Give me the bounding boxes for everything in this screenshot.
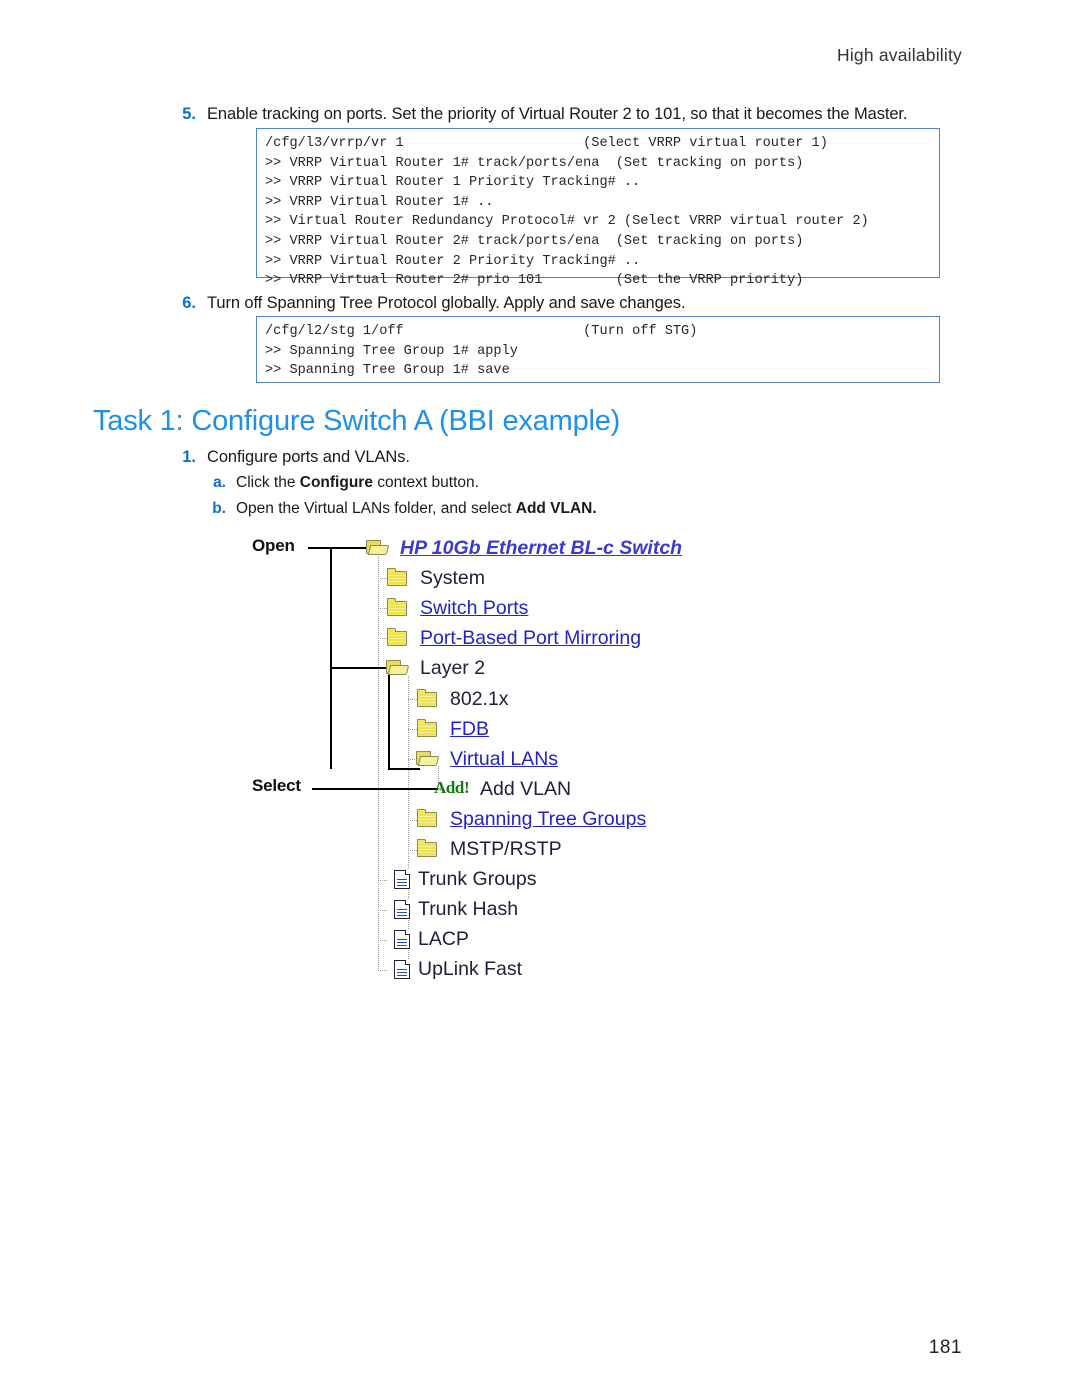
substep-a-post: context button. <box>372 474 479 491</box>
tree-item-label: System <box>420 567 486 589</box>
task-substep-b-letter: b. <box>212 500 226 517</box>
annotation-line-open-layer2 <box>330 667 390 669</box>
tree-tick <box>378 970 387 971</box>
task-substep-b-text: Open the Virtual LANs folder, and select… <box>236 498 597 519</box>
code-line: >> VRRP Virtual Router 1# .. <box>265 194 494 210</box>
folder-open-icon <box>365 537 391 559</box>
tree-item-label: LACP <box>418 928 469 950</box>
tree-item-label: FDB <box>450 718 489 740</box>
step-5-text: Enable tracking on ports. Set the priori… <box>207 105 908 123</box>
folder-closed-icon <box>415 688 441 710</box>
code-line: >> Spanning Tree Group 1# apply <box>265 343 518 359</box>
substep-b-pre: Open the Virtual LANs folder, and select <box>236 500 516 517</box>
task-step-1-text: Configure ports and VLANs. <box>207 448 410 466</box>
substep-a-bold: Configure <box>299 474 373 491</box>
code-line: >> Spanning Tree Group 1# save <box>265 363 510 379</box>
page-title: Task 1: Configure Switch A (BBI example) <box>93 405 621 437</box>
task-substep-a: a. Click the Configure context button. <box>204 472 904 493</box>
tree-item-switch-ports[interactable]: Switch Ports <box>385 593 528 623</box>
substep-a-pre: Click the <box>236 474 300 491</box>
page-icon <box>391 868 417 890</box>
folder-closed-icon <box>385 597 411 619</box>
stg-off-code-block: /cfg/l2/stg 1/off (Turn off STG) >> Span… <box>256 316 940 383</box>
task-step-1: 1. Configure ports and VLANs. <box>170 446 870 468</box>
tree-item-label: MSTP/RSTP <box>450 838 562 860</box>
tree-item-label: 802.1x <box>450 688 509 710</box>
tree-item-fdb[interactable]: FDB <box>415 714 489 744</box>
annotation-line-open-top <box>308 547 370 549</box>
vrrp-tracking-code-block: /cfg/l3/vrrp/vr 1 (Select VRRP virtual r… <box>256 128 940 288</box>
tree-item-label: UpLink Fast <box>418 958 523 980</box>
annotation-line-open-spine <box>330 547 332 769</box>
tree-rail-level1 <box>378 556 379 971</box>
folder-open-icon <box>415 748 441 770</box>
tree-item-label: Virtual LANs <box>450 748 559 770</box>
page-icon <box>391 958 417 980</box>
folder-open-icon <box>385 657 411 679</box>
tree-item-802-1x[interactable]: 802.1x <box>415 684 509 714</box>
code-line: /cfg/l3/vrrp/vr 1 (Select VRRP virtual r… <box>265 136 828 151</box>
add-bang-text: Add! <box>434 778 470 797</box>
tree-item-label: Port-Based Port Mirroring <box>420 627 642 649</box>
code-line: >> VRRP Virtual Router 1# track/ports/en… <box>265 155 804 171</box>
tree-tick <box>378 880 387 881</box>
page-icon <box>391 898 417 920</box>
annotation-line-select <box>312 788 438 790</box>
code-line: >> VRRP Virtual Router 2 Priority Tracki… <box>265 253 641 269</box>
tree-item-port-based-port-mirroring[interactable]: Port-Based Port Mirroring <box>385 623 641 653</box>
code-line: >> Virtual Router Redundancy Protocol# v… <box>265 214 869 230</box>
tree-item-label: Spanning Tree Groups <box>450 808 647 830</box>
tree-item-layer-2[interactable]: Layer 2 <box>385 653 485 683</box>
tree-item-uplink-fast[interactable]: UpLink Fast <box>391 954 522 984</box>
tree-item-mstp-rstp[interactable]: MSTP/RSTP <box>415 834 562 864</box>
step-6-number: 6. <box>182 294 196 312</box>
substep-b-bold: Add VLAN. <box>515 500 597 517</box>
annotation-label-select: Select <box>252 776 301 795</box>
tree-item-trunk-hash[interactable]: Trunk Hash <box>391 894 518 924</box>
step-6: 6. Turn off Spanning Tree Protocol globa… <box>170 292 980 314</box>
task-substep-a-text: Click the Configure context button. <box>236 472 479 493</box>
tree-item-spanning-tree-groups[interactable]: Spanning Tree Groups <box>415 804 646 834</box>
add-bang-icon: Add! <box>434 778 470 800</box>
task-substep-b: b. Open the Virtual LANs folder, and sel… <box>204 498 904 519</box>
tree-item-trunk-groups[interactable]: Trunk Groups <box>391 864 537 894</box>
folder-closed-icon <box>415 838 441 860</box>
tree-item-label: Trunk Hash <box>418 898 519 920</box>
tree-item-label: Switch Ports <box>420 597 529 619</box>
annotation-label-open: Open <box>252 536 295 555</box>
task-step-1-number: 1. <box>182 448 196 466</box>
tree-item-virtual-lans[interactable]: Virtual LANs <box>415 744 558 774</box>
tree-item-add-vlan[interactable]: Add! Add VLAN <box>434 774 571 804</box>
folder-closed-icon <box>415 718 441 740</box>
step-5: 5. Enable tracking on ports. Set the pri… <box>170 103 980 125</box>
tree-item-label: Layer 2 <box>420 657 486 679</box>
folder-closed-icon <box>415 808 441 830</box>
tree-item-hp-switch[interactable]: HP 10Gb Ethernet BL-c Switch <box>365 533 682 563</box>
tree-item-lacp[interactable]: LACP <box>391 924 469 954</box>
code-line: >> VRRP Virtual Router 2# prio 101 (Set … <box>265 273 804 289</box>
page-number: 181 <box>928 1337 962 1358</box>
folder-closed-icon <box>385 627 411 649</box>
code-line: /cfg/l2/stg 1/off (Turn off STG) <box>265 324 698 339</box>
tree-tick <box>378 910 387 911</box>
code-line: >> VRRP Virtual Router 2# track/ports/en… <box>265 233 804 249</box>
tree-tick <box>378 940 387 941</box>
tree-item-label: Add VLAN <box>480 778 572 800</box>
page-icon <box>391 928 417 950</box>
code-line: >> VRRP Virtual Router 1 Priority Tracki… <box>265 175 641 191</box>
folder-closed-icon <box>385 567 411 589</box>
running-head: High availability <box>837 45 962 65</box>
tree-item-label: Trunk Groups <box>418 868 537 890</box>
tree-item-system[interactable]: System <box>385 563 485 593</box>
task-substep-a-letter: a. <box>213 474 226 491</box>
step-5-number: 5. <box>182 105 196 123</box>
tree-item-label: HP 10Gb Ethernet BL-c Switch <box>400 537 683 559</box>
step-6-text: Turn off Spanning Tree Protocol globally… <box>207 294 686 312</box>
